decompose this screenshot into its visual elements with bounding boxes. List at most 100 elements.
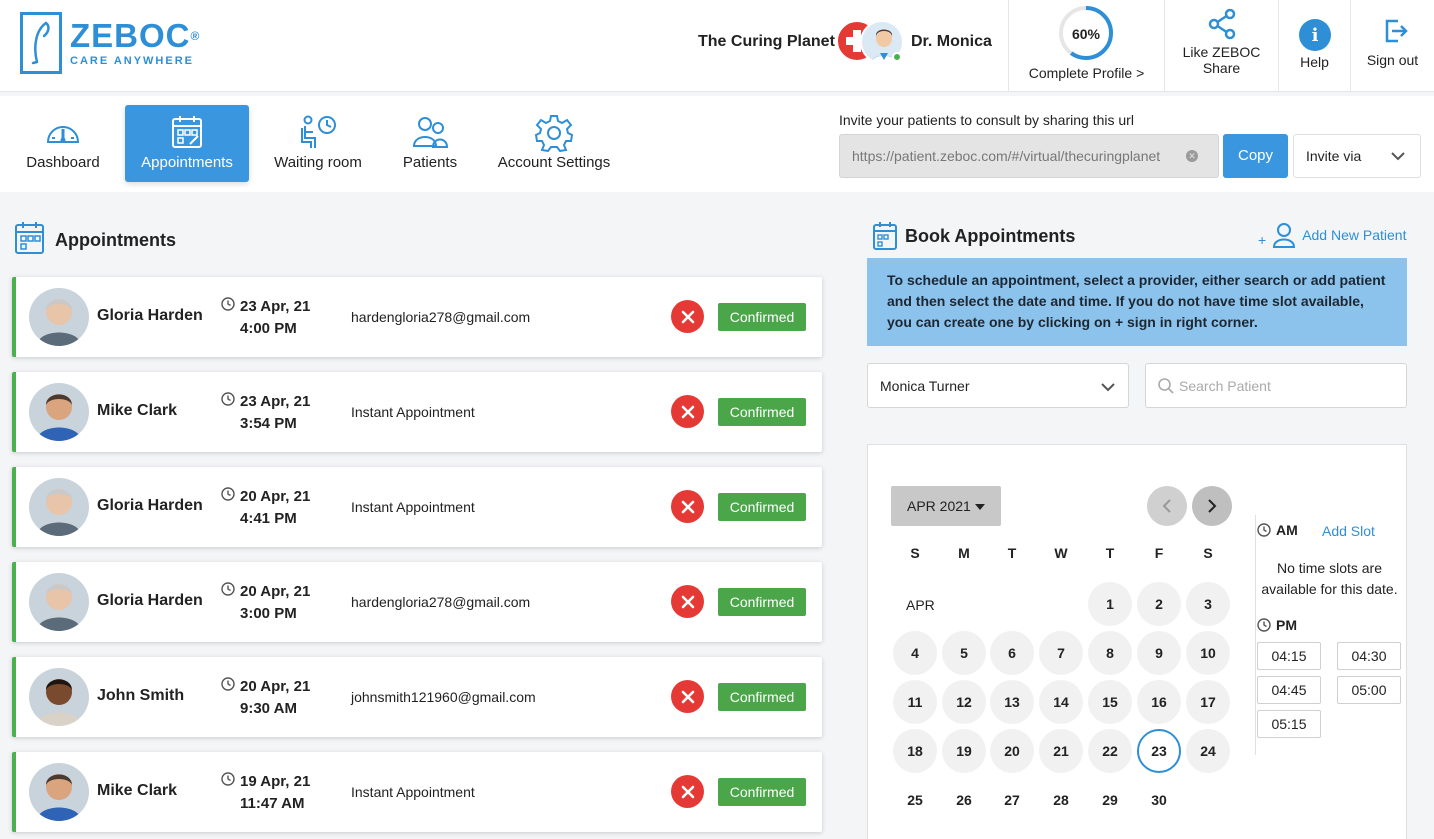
clock-icon [221, 772, 235, 786]
calendar-day[interactable]: 7 [1039, 631, 1083, 675]
tab-account-settings-label: Account Settings [497, 154, 611, 171]
cancel-appointment-button[interactable] [671, 680, 704, 713]
time-slot-button[interactable]: 04:45 [1257, 676, 1321, 704]
patient-avatar [29, 668, 89, 726]
appointment-card[interactable]: Gloria Harden 20 Apr, 21 4:41 PM Instant … [12, 467, 822, 547]
booking-instructions: To schedule an appointment, select a pro… [867, 258, 1407, 346]
calendar-day[interactable]: 12 [942, 680, 986, 724]
calendar-day[interactable]: 4 [893, 631, 937, 675]
search-patient-field[interactable] [1145, 363, 1407, 408]
calendar-day[interactable]: 18 [893, 729, 937, 773]
time-slot-button[interactable]: 04:30 [1337, 642, 1401, 670]
copy-button[interactable]: Copy [1223, 134, 1288, 178]
profile-progress-ring [1059, 6, 1113, 60]
share-icon [1208, 8, 1236, 40]
calendar-day[interactable]: 16 [1137, 680, 1181, 724]
add-new-patient-button[interactable]: + Add New Patient [1258, 222, 1406, 248]
caret-down-icon [975, 504, 985, 510]
cancel-appointment-button[interactable] [671, 585, 704, 618]
am-label: AM [1276, 522, 1298, 538]
calendar-day[interactable]: 28 [1039, 778, 1083, 822]
appointment-card[interactable]: Gloria Harden 23 Apr, 21 4:00 PM hardengl… [12, 277, 822, 357]
calendar-day[interactable]: 27 [990, 778, 1034, 822]
account-avatars[interactable] [836, 20, 906, 64]
calendar-day[interactable]: 26 [942, 778, 986, 822]
chevron-right-icon [1208, 499, 1217, 513]
calendar-day[interactable]: 6 [990, 631, 1034, 675]
share-button[interactable]: Like ZEBOC Share [1164, 0, 1278, 92]
calendar-panel: APR 2021 SMTWTFS APR 1 2 3 4 5 6 7 8 9 10 11 12 13 14… [867, 444, 1407, 839]
am-section-label: AM [1257, 522, 1298, 538]
zeboc-logo[interactable]: ZEBOC® CARE ANYWHERE [20, 12, 200, 74]
invite-via-dropdown[interactable]: Invite via [1293, 134, 1421, 178]
online-status-icon [892, 52, 902, 62]
search-patient-input[interactable] [1179, 376, 1394, 396]
calendar-day[interactable]: 29 [1088, 778, 1132, 822]
clock-icon [1257, 523, 1271, 537]
calendar-day[interactable]: 13 [990, 680, 1034, 724]
help-button[interactable]: i Help [1278, 0, 1350, 92]
tab-patients[interactable]: Patients [388, 105, 472, 182]
tab-dashboard[interactable]: Dashboard [14, 105, 112, 182]
calendar-day[interactable]: 9 [1137, 631, 1181, 675]
calendar-day[interactable]: 3 [1186, 582, 1230, 626]
calendar-day[interactable]: 1 [1088, 582, 1132, 626]
clock-icon [221, 392, 235, 406]
complete-profile-button[interactable]: 60% Complete Profile > [1008, 0, 1164, 92]
appointment-card[interactable]: Mike Clark 23 Apr, 21 3:54 PM Instant App… [12, 372, 822, 452]
cancel-appointment-button[interactable] [671, 395, 704, 428]
status-badge: Confirmed [718, 398, 806, 426]
appointment-date: 23 Apr, 21 [240, 393, 311, 410]
appointment-card[interactable]: John Smith 20 Apr, 21 9:30 AM johnsmith12… [12, 657, 822, 737]
tab-account-settings[interactable]: Account Settings [486, 105, 622, 182]
cancel-appointment-button[interactable] [671, 490, 704, 523]
calendar-day[interactable]: 17 [1186, 680, 1230, 724]
appointment-date: 23 Apr, 21 [240, 298, 311, 315]
calendar-day[interactable]: 15 [1088, 680, 1132, 724]
calendar-day[interactable]: 19 [942, 729, 986, 773]
calendar-day[interactable]: 22 [1088, 729, 1132, 773]
calendar-day[interactable]: 20 [990, 729, 1034, 773]
calendar-day[interactable]: 2 [1137, 582, 1181, 626]
status-badge: Confirmed [718, 588, 806, 616]
previous-month-button[interactable] [1147, 486, 1187, 526]
calendar-day[interactable]: 5 [942, 631, 986, 675]
appointment-card[interactable]: Gloria Harden 20 Apr, 21 3:00 PM hardengl… [12, 562, 822, 642]
calendar-day[interactable]: 30 [1137, 778, 1181, 822]
appointment-card[interactable]: Mike Clark 19 Apr, 21 11:47 AM Instant Ap… [12, 752, 822, 832]
provider-dropdown[interactable]: Monica Turner [867, 363, 1129, 408]
calendar-icon [873, 222, 897, 250]
patient-avatar [29, 573, 89, 631]
next-month-button[interactable] [1192, 486, 1232, 526]
appointment-datetime: 23 Apr, 21 4:00 PM [240, 296, 310, 340]
waiting-room-icon [301, 115, 336, 148]
appointments-title: Appointments [55, 230, 176, 250]
tab-waiting-room[interactable]: Waiting room [262, 105, 374, 182]
share-url-field[interactable]: https://patient.zeboc.com/#/virtual/thec… [839, 134, 1219, 178]
month-selector[interactable]: APR 2021 [891, 486, 1001, 526]
time-slot-button[interactable]: 05:15 [1257, 710, 1321, 738]
cancel-appointment-button[interactable] [671, 775, 704, 808]
sign-out-button[interactable]: Sign out [1350, 0, 1434, 92]
time-slot-button[interactable]: 04:15 [1257, 642, 1321, 670]
add-slot-button[interactable]: Add Slot [1322, 523, 1375, 539]
patient-name: Mike Clark [97, 402, 178, 419]
time-slot-button[interactable]: 05:00 [1337, 676, 1401, 704]
no-slots-message: No time slots are available for this dat… [1261, 560, 1398, 597]
tab-appointments[interactable]: Appointments [125, 105, 249, 182]
cancel-appointment-button[interactable] [671, 300, 704, 333]
calendar-day-selected[interactable]: 23 [1137, 729, 1181, 773]
calendar-day[interactable]: 11 [893, 680, 937, 724]
calendar-day[interactable]: 14 [1039, 680, 1083, 724]
clear-icon[interactable]: ✕ [1186, 150, 1198, 162]
calendar-day[interactable]: 10 [1186, 631, 1230, 675]
patient-avatar [29, 383, 89, 441]
calendar-day[interactable]: 8 [1088, 631, 1132, 675]
weekday-header: T [1007, 545, 1017, 561]
calendar-day[interactable]: 21 [1039, 729, 1083, 773]
close-icon [681, 405, 694, 418]
calendar-day[interactable]: 25 [893, 778, 937, 822]
patient-name: Gloria Harden [97, 497, 203, 514]
appointment-time: 4:41 PM [240, 510, 297, 527]
calendar-day[interactable]: 24 [1186, 729, 1230, 773]
